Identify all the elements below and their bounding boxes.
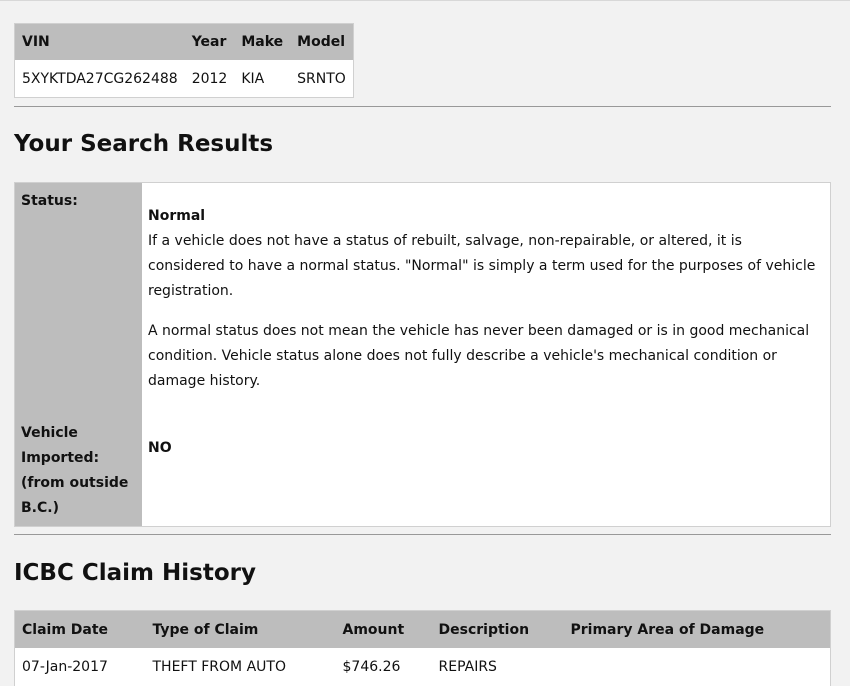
claim-type: THEFT FROM AUTO: [145, 648, 336, 686]
year-header: Year: [184, 23, 235, 60]
vin-value: 5XYKTDA27CG262488: [14, 60, 185, 98]
imported-value: NO: [148, 440, 172, 456]
claim-row: 07-Jan-2017 THEFT FROM AUTO $746.26 REPA…: [14, 648, 831, 686]
claim-history-table: Claim Date Type of Claim Amount Descript…: [14, 610, 831, 686]
claim-type-header: Type of Claim: [145, 610, 336, 648]
make-header: Make: [234, 23, 291, 60]
section-divider: [14, 106, 831, 107]
claim-description: REPAIRS: [431, 648, 564, 686]
claim-description-header: Description: [431, 610, 564, 648]
damage-area-header: Primary Area of Damage: [563, 610, 831, 648]
claim-amount: $746.26: [335, 648, 432, 686]
model-header: Model: [290, 23, 354, 60]
vehicle-info-header-row: VIN Year Make Model: [14, 23, 354, 60]
claim-date: 07-Jan-2017: [14, 648, 146, 686]
claim-date-header: Claim Date: [14, 610, 146, 648]
status-paragraph-1: If a vehicle does not have a status of r…: [148, 233, 816, 299]
vehicle-info-row: 5XYKTDA27CG262488 2012 KIA SRNTO: [14, 60, 354, 98]
imported-label-note: (from outside B.C.): [21, 475, 129, 516]
section-divider: [14, 534, 831, 535]
make-value: KIA: [234, 60, 291, 98]
status-value: Normal: [148, 208, 206, 224]
claim-history-header-row: Claim Date Type of Claim Amount Descript…: [14, 610, 831, 648]
status-paragraph-2: A normal status does not mean the vehicl…: [148, 323, 810, 389]
search-results-heading: Your Search Results: [14, 131, 274, 157]
model-value: SRNTO: [290, 60, 354, 98]
imported-label-main: Vehicle Imported:: [21, 425, 100, 466]
vehicle-report-page: VIN Year Make Model 5XYKTDA27CG262488 20…: [0, 0, 850, 686]
claim-history-heading: ICBC Claim History: [14, 560, 256, 586]
damage-area: [563, 648, 831, 686]
year-value: 2012: [184, 60, 235, 98]
status-description: Normal If a vehicle does not have a stat…: [148, 204, 818, 304]
imported-label: Vehicle Imported: (from outside B.C.): [21, 421, 139, 521]
claim-amount-header: Amount: [335, 610, 432, 648]
vin-header: VIN: [14, 23, 185, 60]
status-label: Status:: [21, 193, 78, 209]
search-results-panel: Status: Normal If a vehicle does not hav…: [14, 182, 831, 527]
vehicle-info-table: VIN Year Make Model 5XYKTDA27CG262488 20…: [14, 23, 354, 98]
